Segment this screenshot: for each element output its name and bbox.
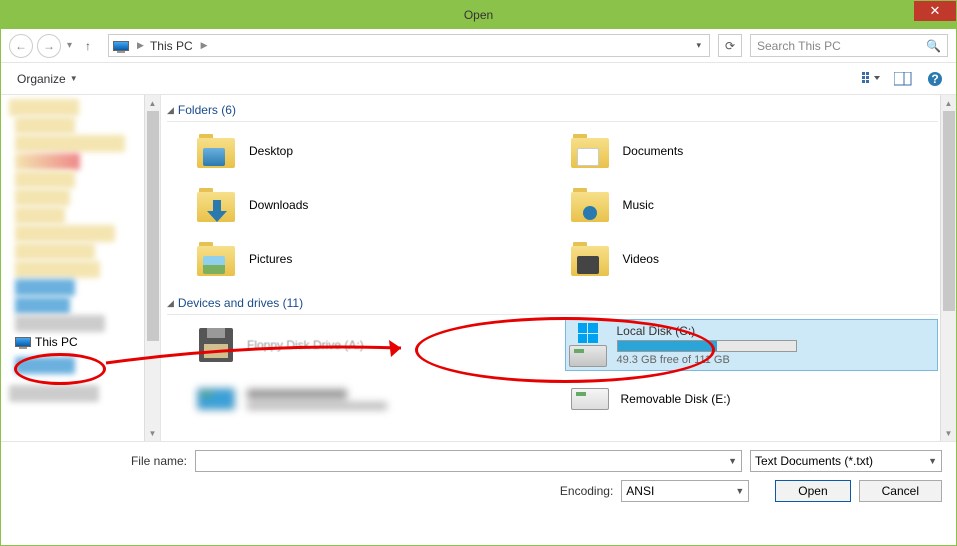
drive-label: Local Disk (C:) [617,324,935,338]
navigation-pane: This PC ▲ ▼ [1,95,161,441]
folder-icon [195,240,237,278]
drive-label: Removable Disk (E:) [621,392,731,406]
folder-desktop[interactable]: Desktop [191,128,565,174]
folder-label: Videos [623,252,659,266]
encoding-label: Encoding: [560,484,613,498]
sidebar-item-thispc[interactable]: This PC [1,333,160,351]
folder-music[interactable]: Music [565,182,939,228]
chevron-down-icon: ▼ [728,456,737,466]
chevron-down-icon: ▼ [928,456,937,466]
main-scrollbar[interactable]: ▲ ▼ [940,95,956,441]
open-button[interactable]: Open [775,480,850,502]
pc-icon [15,337,31,347]
chevron-right-icon: ▶ [201,40,208,51]
navigation-bar: ← → ▾ ↑ ▶ This PC ▶ ▾ ⟳ Search This PC 🔍 [1,29,956,63]
bottom-bar: File name: ▼ Text Documents (*.txt) ▼ En… [1,441,956,512]
address-bar[interactable]: ▶ This PC ▶ ▾ [108,34,710,57]
sidebar-scrollbar[interactable]: ▲ ▼ [144,95,160,441]
folder-label: Documents [623,144,684,158]
up-button[interactable]: ↑ [78,36,98,56]
folder-documents[interactable]: Documents [565,128,939,174]
sidebar-item-label: This PC [35,335,78,349]
encoding-value: ANSI [626,484,654,498]
drive-c-icon [569,323,607,367]
section-label: Devices and drives (11) [178,296,303,310]
section-drives-header[interactable]: ◢ Devices and drives (11) [161,288,938,314]
filetype-select[interactable]: Text Documents (*.txt) ▼ [750,450,942,472]
folder-label: Music [623,198,654,212]
drive-blurred[interactable] [191,379,565,419]
refresh-button[interactable]: ⟳ [718,34,742,57]
help-button[interactable]: ? [924,70,946,88]
svg-text:?: ? [931,72,938,86]
view-options-button[interactable] [860,70,882,88]
forward-button[interactable]: → [37,34,61,58]
pc-icon [113,41,129,51]
cancel-button[interactable]: Cancel [859,480,942,502]
folder-icon [195,132,237,170]
preview-pane-button[interactable] [892,70,914,88]
toolbar: Organize ▼ ? [1,63,956,95]
drive-floppy[interactable]: Floppy Disk Drive (A:) [191,319,565,371]
folder-downloads[interactable]: Downloads [191,182,565,228]
filetype-value: Text Documents (*.txt) [755,454,873,468]
disclosure-icon: ◢ [167,298,174,309]
titlebar: Open ✕ [1,1,956,29]
folder-label: Downloads [249,198,308,212]
folder-icon [569,186,611,224]
history-dropdown-icon[interactable]: ▾ [67,40,72,51]
search-icon: 🔍 [926,39,941,53]
section-label: Folders (6) [178,103,236,117]
folder-icon [569,132,611,170]
chevron-right-icon: ▶ [137,40,144,51]
chevron-down-icon: ▼ [735,486,744,496]
removable-drive-icon [569,383,611,415]
window-title: Open [464,8,493,22]
organize-label: Organize [17,72,66,86]
address-dropdown-icon[interactable]: ▾ [692,40,705,51]
folder-videos[interactable]: Videos [565,236,939,282]
open-dialog: Open ✕ ← → ▾ ↑ ▶ This PC ▶ ▾ ⟳ Search Th… [0,0,957,546]
folder-pictures[interactable]: Pictures [191,236,565,282]
content-area: This PC ▲ ▼ ◢ Folders (6) [1,95,956,441]
encoding-select[interactable]: ANSI ▼ [621,480,749,502]
file-view: ◢ Folders (6) Desktop Documents D [161,95,956,441]
disclosure-icon: ◢ [167,105,174,116]
drive-label: Floppy Disk Drive (A:) [247,338,364,352]
floppy-icon [195,329,237,361]
drive-removable-e[interactable]: Removable Disk (E:) [565,379,939,419]
drive-free-text: 49.3 GB free of 111 GB [617,354,935,366]
chevron-down-icon: ▼ [70,74,78,83]
capacity-bar [617,340,797,352]
breadcrumb-location[interactable]: This PC [150,39,193,53]
section-folders-header[interactable]: ◢ Folders (6) [161,95,938,121]
organize-button[interactable]: Organize ▼ [11,70,84,88]
folder-label: Desktop [249,144,293,158]
folder-icon [569,240,611,278]
drive-local-c[interactable]: Local Disk (C:) 49.3 GB free of 111 GB [565,319,939,371]
filename-input[interactable]: ▼ [195,450,742,472]
folder-label: Pictures [249,252,292,266]
back-button[interactable]: ← [9,34,33,58]
folder-icon [195,186,237,224]
search-placeholder: Search This PC [757,39,841,53]
search-input[interactable]: Search This PC 🔍 [750,34,948,57]
filename-label: File name: [15,454,187,468]
close-button[interactable]: ✕ [914,1,956,21]
